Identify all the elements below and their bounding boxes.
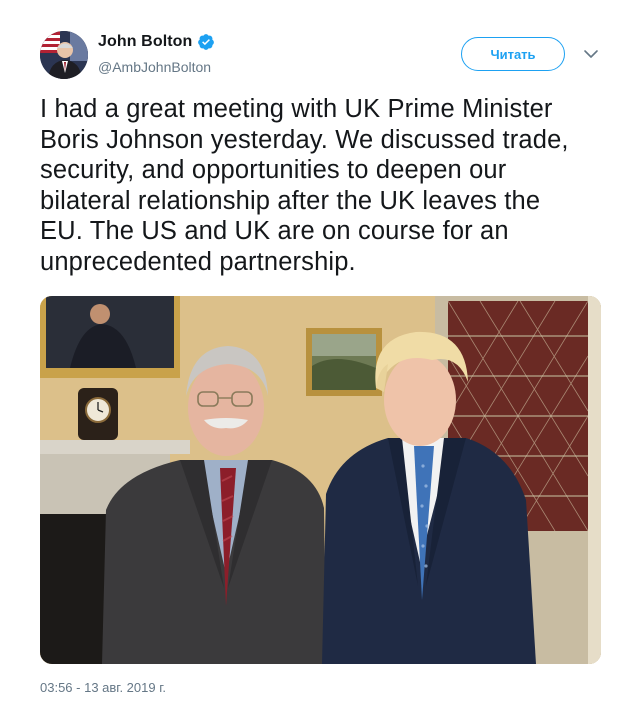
tweet-text: I had a great meeting with UK Prime Mini… (40, 95, 569, 276)
author-handle[interactable]: @AmbJohnBolton (98, 59, 211, 75)
verified-badge-icon (197, 33, 215, 51)
follow-button[interactable]: Читать (461, 37, 565, 71)
tweet-card: John Bolton @AmbJohnBolton Читать I had … (0, 0, 639, 705)
tweet-timestamp[interactable]: 03:56 - 13 авг. 2019 г. (40, 680, 166, 695)
tweet-photo[interactable] (40, 296, 601, 664)
author-name-row: John Bolton (98, 33, 215, 51)
chevron-down-icon[interactable] (583, 47, 599, 59)
display-name[interactable]: John Bolton (98, 33, 192, 51)
avatar[interactable] (40, 31, 88, 79)
avatar-image (40, 31, 88, 79)
photo-illustration (40, 296, 601, 664)
